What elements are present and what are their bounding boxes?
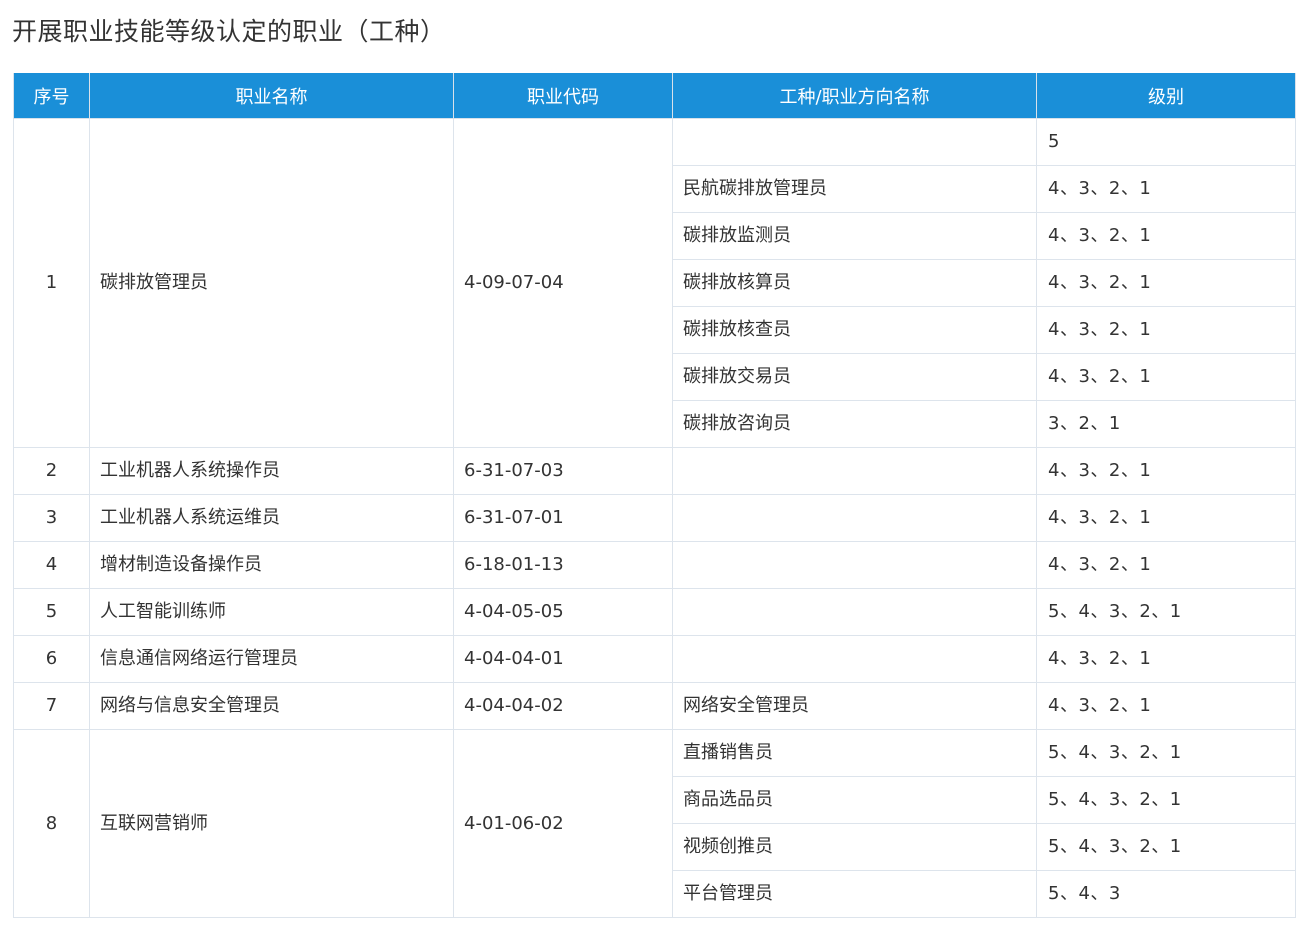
levels-cell: 4、3、2、1 [1036, 494, 1296, 542]
work-type-cell: 碳排放核查员 [672, 306, 1037, 354]
occupation-name-cell: 互联网营销师 [89, 729, 454, 918]
table-row: 2 工业机器人系统操作员 6-31-07-03 4、3、2、1 [13, 447, 1296, 495]
levels-cell: 4、3、2、1 [1036, 259, 1296, 307]
occupation-code-cell: 4-04-04-02 [453, 682, 673, 730]
work-type-cell [672, 118, 1037, 166]
serial-number-cell: 6 [13, 635, 90, 683]
levels-cell: 4、3、2、1 [1036, 635, 1296, 683]
levels-cell: 4、3、2、1 [1036, 447, 1296, 495]
occupation-code-cell: 4-01-06-02 [453, 729, 673, 918]
header-work-type: 工种/职业方向名称 [672, 73, 1037, 119]
header-serial-number: 序号 [13, 73, 90, 119]
serial-number-cell: 8 [13, 729, 90, 918]
table-row: 7 网络与信息安全管理员 4-04-04-02 网络安全管理员 4、3、2、1 [13, 682, 1296, 730]
work-type-cell: 平台管理员 [672, 870, 1037, 918]
page-title: 开展职业技能等级认定的职业（工种） [12, 17, 446, 46]
occupation-name-cell: 工业机器人系统操作员 [89, 447, 454, 495]
table-row: 8 互联网营销师 4-01-06-02 直播销售员 5、4、3、2、1 [13, 729, 1296, 918]
work-type-cell: 视频创推员 [672, 823, 1037, 871]
occupation-code-cell: 4-04-04-01 [453, 635, 673, 683]
occupation-code-cell: 4-04-05-05 [453, 588, 673, 636]
levels-cell: 4、3、2、1 [1036, 212, 1296, 260]
occupation-name-cell: 信息通信网络运行管理员 [89, 635, 454, 683]
levels-cell: 5 [1036, 118, 1296, 166]
levels-cell: 3、2、1 [1036, 400, 1296, 448]
occupation-name-cell: 网络与信息安全管理员 [89, 682, 454, 730]
occupation-code-cell: 6-31-07-01 [453, 494, 673, 542]
serial-number-cell: 1 [13, 118, 90, 448]
work-type-cell: 商品选品员 [672, 776, 1037, 824]
levels-cell: 4、3、2、1 [1036, 353, 1296, 401]
work-type-cell [672, 447, 1037, 495]
table-row: 6 信息通信网络运行管理员 4-04-04-01 4、3、2、1 [13, 635, 1296, 683]
serial-number-cell: 4 [13, 541, 90, 589]
occupation-name-cell: 工业机器人系统运维员 [89, 494, 454, 542]
work-type-cell: 碳排放交易员 [672, 353, 1037, 401]
work-type-cell: 碳排放咨询员 [672, 400, 1037, 448]
work-type-cell [672, 494, 1037, 542]
occupation-code-cell: 6-31-07-03 [453, 447, 673, 495]
table-row: 4 增材制造设备操作员 6-18-01-13 4、3、2、1 [13, 541, 1296, 589]
table-row: 3 工业机器人系统运维员 6-31-07-01 4、3、2、1 [13, 494, 1296, 542]
work-type-cell [672, 635, 1037, 683]
levels-cell: 5、4、3、2、1 [1036, 588, 1296, 636]
levels-cell: 4、3、2、1 [1036, 165, 1296, 213]
serial-number-cell: 3 [13, 494, 90, 542]
levels-cell: 5、4、3、2、1 [1036, 823, 1296, 871]
table-row: 1 碳排放管理员 4-09-07-04 5 [13, 118, 1296, 448]
header-occupation-name: 职业名称 [89, 73, 454, 119]
serial-number-cell: 2 [13, 447, 90, 495]
occupation-name-cell: 人工智能训练师 [89, 588, 454, 636]
levels-cell: 5、4、3 [1036, 870, 1296, 918]
work-type-cell: 民航碳排放管理员 [672, 165, 1037, 213]
table-row: 5 人工智能训练师 4-04-05-05 5、4、3、2、1 [13, 588, 1296, 636]
levels-cell: 5、4、3、2、1 [1036, 729, 1296, 777]
levels-cell: 5、4、3、2、1 [1036, 776, 1296, 824]
occupation-name-cell: 碳排放管理员 [89, 118, 454, 448]
serial-number-cell: 7 [13, 682, 90, 730]
work-type-cell: 碳排放核算员 [672, 259, 1037, 307]
table-body: 1 碳排放管理员 4-09-07-04 5 民航碳排放管理员 4、3、2、1 碳排放监测员 4… [13, 118, 1296, 918]
levels-cell: 4、3、2、1 [1036, 541, 1296, 589]
levels-cell: 4、3、2、1 [1036, 306, 1296, 354]
work-type-cell: 直播销售员 [672, 729, 1037, 777]
table-header-row: 序号 职业名称 职业代码 工种/职业方向名称 级别 [13, 73, 1296, 119]
header-occupation-code: 职业代码 [453, 73, 673, 119]
levels-cell: 4、3、2、1 [1036, 682, 1296, 730]
occupation-code-cell: 4-09-07-04 [453, 118, 673, 448]
occupation-code-cell: 6-18-01-13 [453, 541, 673, 589]
header-levels: 级别 [1036, 73, 1296, 119]
work-type-cell: 碳排放监测员 [672, 212, 1037, 260]
occupation-name-cell: 增材制造设备操作员 [89, 541, 454, 589]
work-type-cell [672, 541, 1037, 589]
work-type-cell [672, 588, 1037, 636]
occupation-table: 序号 职业名称 职业代码 工种/职业方向名称 级别 1 碳排放管理员 4-09-07… [13, 73, 1296, 918]
work-type-cell: 网络安全管理员 [672, 682, 1037, 730]
serial-number-cell: 5 [13, 588, 90, 636]
